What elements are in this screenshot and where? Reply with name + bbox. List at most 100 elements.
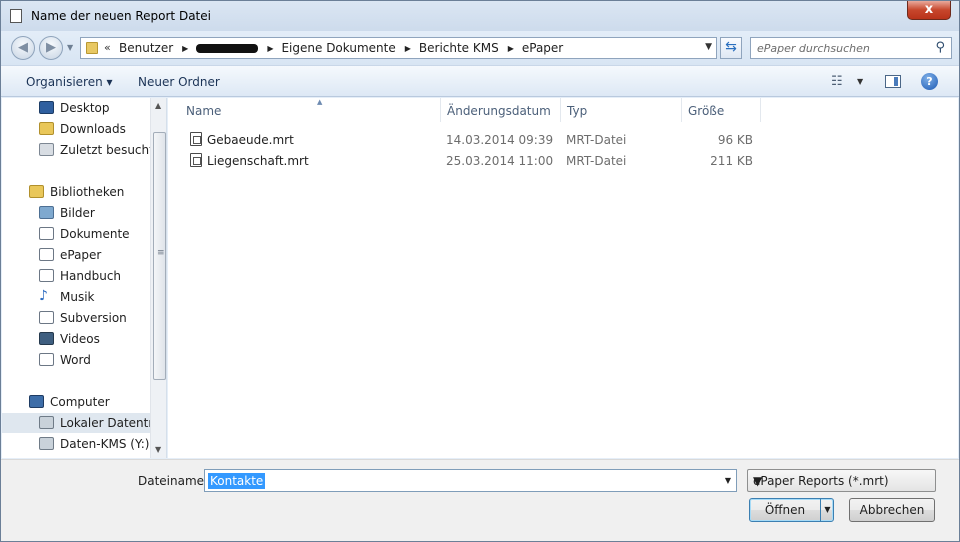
sidebar-item-label: Desktop bbox=[60, 101, 110, 115]
breadcrumb-item[interactable]: Berichte KMS bbox=[419, 41, 499, 55]
file-type-filter[interactable]: ePaper Reports (*.mrt) ▼ bbox=[747, 469, 936, 492]
music-icon: ♪ bbox=[39, 289, 54, 303]
scroll-up-icon[interactable]: ▲ bbox=[155, 101, 161, 110]
desktop-icon bbox=[39, 101, 54, 114]
sidebar-item-pictures[interactable]: Bilder bbox=[2, 203, 150, 223]
breadcrumb-separator-icon[interactable]: ▶ bbox=[182, 44, 188, 53]
column-header-modified[interactable]: Änderungsdatum bbox=[441, 98, 561, 122]
redacted-username[interactable] bbox=[196, 43, 259, 53]
window-title: Name der neuen Report Datei bbox=[31, 9, 211, 23]
column-header-size[interactable]: Größe bbox=[682, 98, 761, 122]
search-input[interactable] bbox=[755, 40, 925, 56]
sidebar-item-videos[interactable]: Videos bbox=[2, 329, 150, 349]
dialog-footer: Dateiname: Kontakte ▼ ePaper Reports (*.… bbox=[1, 459, 959, 541]
save-dialog-window: Name der neuen Report Datei x ◀ ▶ ▼ « Be… bbox=[0, 0, 960, 542]
column-header-label: Größe bbox=[688, 104, 725, 118]
open-split-dropdown-icon[interactable]: ▼ bbox=[820, 499, 834, 521]
cancel-button[interactable]: Abbrechen bbox=[849, 498, 935, 522]
sidebar-item-label: Musik bbox=[60, 290, 95, 304]
open-button-label[interactable]: Öffnen bbox=[750, 499, 820, 521]
folder-icon bbox=[86, 42, 98, 54]
column-header-name[interactable]: Name ▲ bbox=[180, 98, 441, 122]
file-name: Gebaeude.mrt bbox=[207, 133, 294, 147]
filename-input[interactable]: Kontakte ▼ bbox=[204, 469, 737, 492]
view-options-icon[interactable]: ☷ bbox=[831, 74, 843, 89]
sidebar-item-computer[interactable]: Computer bbox=[2, 392, 150, 412]
sidebar-item-label: Zuletzt besucht bbox=[60, 143, 150, 157]
recent-locations-dropdown[interactable]: ▼ bbox=[67, 43, 73, 52]
sidebar-item-subversion[interactable]: Subversion bbox=[2, 308, 150, 328]
breadcrumb: Benutzer ▶ ▶ Eigene Dokumente ▶ Berichte… bbox=[119, 41, 563, 55]
title-bar[interactable]: Name der neuen Report Datei x bbox=[1, 1, 959, 31]
back-button[interactable]: ◀ bbox=[11, 36, 35, 60]
filter-dropdown-icon[interactable]: ▼ bbox=[753, 474, 929, 488]
back-arrow-icon: ◀ bbox=[18, 40, 28, 55]
address-history-dropdown-icon[interactable]: ▼ bbox=[705, 42, 712, 52]
open-button[interactable]: Öffnen ▼ bbox=[749, 498, 834, 522]
refresh-button[interactable]: ⇆ bbox=[720, 37, 742, 59]
documents-icon bbox=[39, 227, 54, 240]
scroll-down-icon[interactable]: ▼ bbox=[155, 445, 161, 454]
sidebar-item-network-drive[interactable]: Daten-KMS (Y:) bbox=[2, 434, 150, 454]
scrollbar-thumb[interactable]: ≡ bbox=[153, 132, 166, 380]
close-button[interactable]: x bbox=[907, 1, 951, 20]
breadcrumb-separator-icon[interactable]: ▶ bbox=[405, 44, 411, 53]
column-header-type[interactable]: Typ bbox=[561, 98, 682, 122]
address-overflow-chevron[interactable]: « bbox=[104, 41, 111, 54]
breadcrumb-item[interactable]: Eigene Dokumente bbox=[281, 41, 395, 55]
breadcrumb-item[interactable]: ePaper bbox=[522, 41, 563, 55]
sidebar-item-word[interactable]: Word bbox=[2, 350, 150, 370]
dialog-icon bbox=[7, 9, 22, 27]
mrt-file-icon bbox=[190, 132, 202, 146]
command-bar: Organisieren ▾ Neuer Ordner ☷ ▼ ? bbox=[1, 65, 959, 97]
new-folder-button[interactable]: Neuer Ordner bbox=[138, 75, 220, 89]
filename-value[interactable]: Kontakte bbox=[208, 473, 266, 489]
column-header-label: Name bbox=[186, 104, 222, 118]
sidebar-item-libraries[interactable]: Bibliotheken bbox=[2, 182, 150, 202]
search-icon[interactable]: ⚲ bbox=[935, 40, 945, 55]
sidebar-item-label: Daten-KMS (Y:) bbox=[60, 437, 150, 451]
library-icon bbox=[39, 353, 54, 366]
sidebar-item-label: Subversion bbox=[60, 311, 127, 325]
search-box[interactable]: ⚲ bbox=[750, 37, 952, 59]
file-size: 211 KB bbox=[710, 154, 753, 168]
view-options-dropdown-icon[interactable]: ▼ bbox=[857, 77, 863, 86]
mrt-file-icon bbox=[190, 153, 202, 167]
navigation-bar: ◀ ▶ ▼ « Benutzer ▶ ▶ Eigene Dokumente ▶ … bbox=[1, 31, 959, 65]
forward-button[interactable]: ▶ bbox=[39, 36, 63, 60]
navigation-pane: Desktop Downloads Zuletzt besucht Biblio… bbox=[2, 98, 167, 458]
recent-places-icon bbox=[39, 143, 54, 156]
help-icon[interactable]: ? bbox=[921, 73, 938, 90]
libraries-icon bbox=[29, 185, 44, 198]
sidebar-item-local-disk[interactable]: Lokaler Datenträger (C:) bbox=[2, 413, 150, 433]
sidebar-item-documents[interactable]: Dokumente bbox=[2, 224, 150, 244]
sidebar-scrollbar[interactable]: ▲ ≡ ▼ bbox=[150, 98, 166, 458]
sidebar-item-label: ePaper bbox=[60, 248, 102, 262]
breadcrumb-item[interactable]: Benutzer bbox=[119, 41, 173, 55]
sidebar-item-recent[interactable]: Zuletzt besucht bbox=[2, 140, 150, 160]
breadcrumb-separator-icon[interactable]: ▶ bbox=[267, 44, 273, 53]
sidebar-item-handbuch[interactable]: Handbuch bbox=[2, 266, 150, 286]
file-row[interactable]: Liegenschaft.mrt 25.03.2014 11:00 MRT-Da… bbox=[168, 150, 768, 171]
sidebar-item-epaper[interactable]: ePaper bbox=[2, 245, 150, 265]
column-header-label: Änderungsdatum bbox=[447, 104, 551, 118]
sidebar-item-desktop[interactable]: Desktop bbox=[2, 98, 150, 118]
file-type: MRT-Datei bbox=[566, 154, 627, 168]
sidebar-item-label: Computer bbox=[50, 395, 110, 409]
address-bar[interactable]: « Benutzer ▶ ▶ Eigene Dokumente ▶ Berich… bbox=[80, 37, 717, 59]
sidebar-item-downloads[interactable]: Downloads bbox=[2, 119, 150, 139]
sidebar-item-label: Word bbox=[60, 353, 91, 367]
filename-dropdown-icon[interactable]: ▼ bbox=[725, 476, 731, 485]
sort-ascending-icon: ▲ bbox=[317, 98, 323, 106]
breadcrumb-separator-icon[interactable]: ▶ bbox=[508, 44, 514, 53]
sidebar-item-label: Bibliotheken bbox=[50, 185, 125, 199]
organize-menu-button[interactable]: Organisieren ▾ bbox=[26, 75, 113, 89]
file-row[interactable]: Gebaeude.mrt 14.03.2014 09:39 MRT-Datei … bbox=[168, 129, 768, 150]
library-icon bbox=[39, 248, 54, 261]
file-list: Name ▲ Änderungsdatum Typ Größe Gebaeude… bbox=[168, 98, 958, 458]
sidebar-item-label: Bilder bbox=[60, 206, 95, 220]
preview-pane-icon[interactable] bbox=[885, 75, 901, 88]
downloads-icon bbox=[39, 122, 54, 135]
file-modified: 14.03.2014 09:39 bbox=[446, 133, 554, 147]
sidebar-item-music[interactable]: ♪ Musik bbox=[2, 287, 150, 307]
